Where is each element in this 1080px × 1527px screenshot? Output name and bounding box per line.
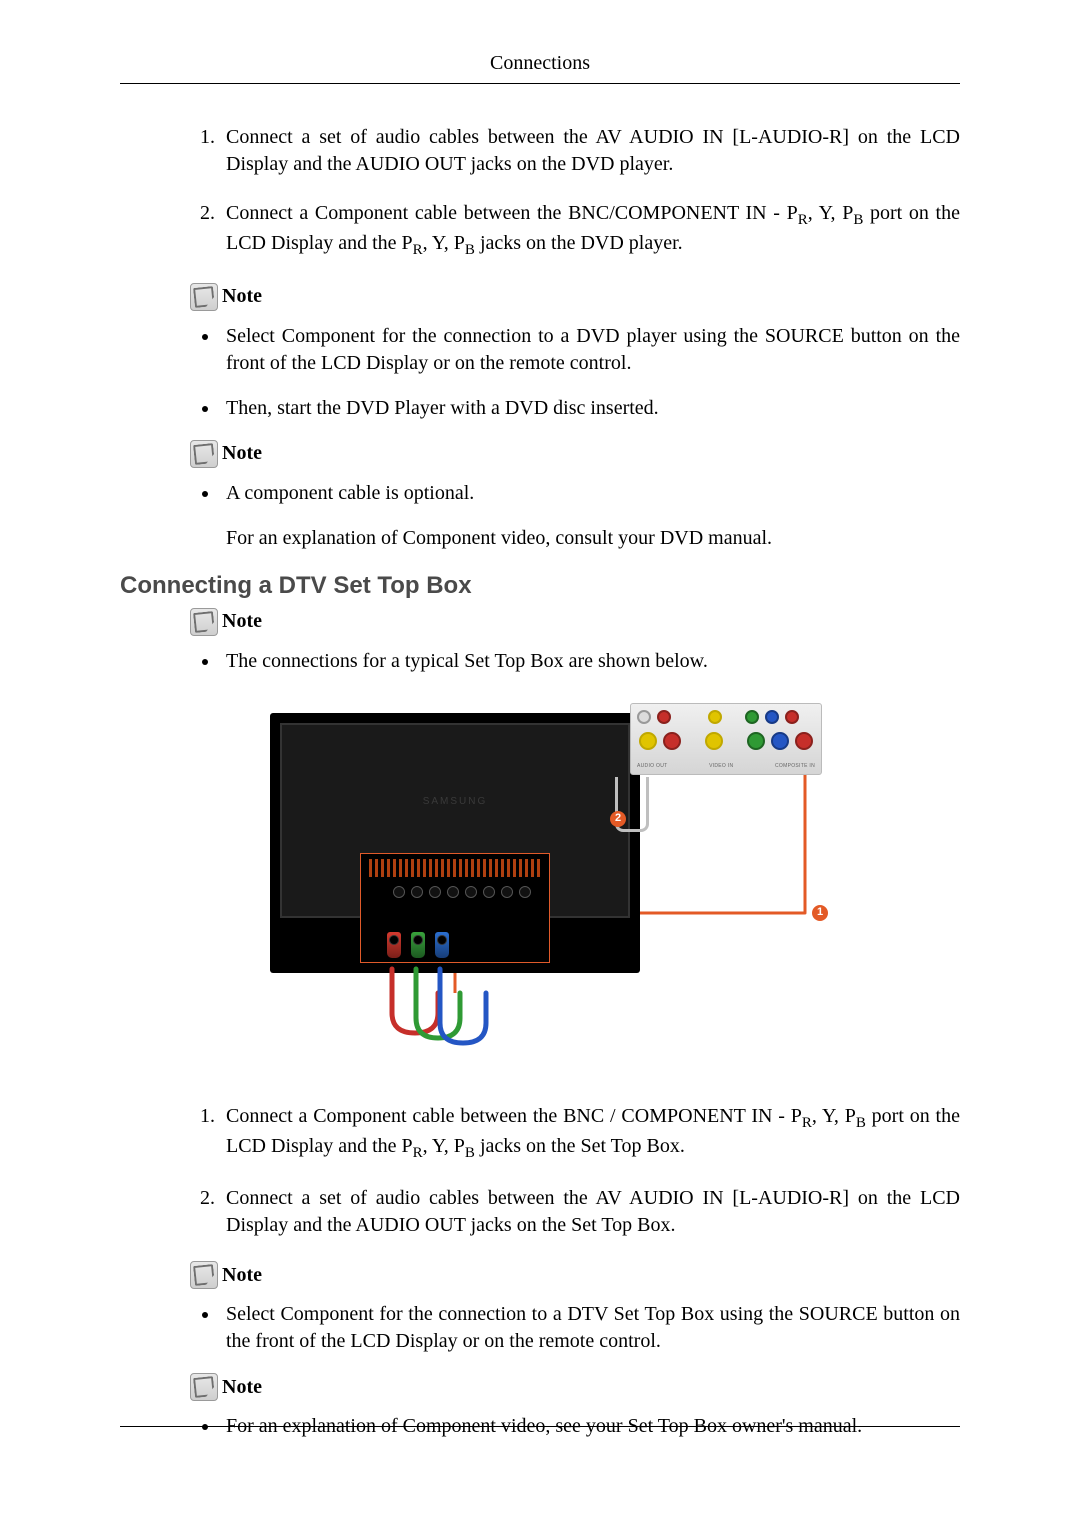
note-icon <box>190 1373 218 1401</box>
note-icon <box>190 1261 218 1289</box>
note-icon <box>190 283 218 311</box>
list-item: Then, start the DVD Player with a DVD di… <box>220 395 960 422</box>
footer-rule <box>120 1426 960 1427</box>
note-label: Note <box>222 440 262 467</box>
note-label: Note <box>222 283 262 310</box>
note-icon <box>190 608 218 636</box>
note-block: Note <box>190 283 960 311</box>
page-header-title: Connections <box>120 50 960 83</box>
note-block: Note <box>190 440 960 468</box>
diagram-badge-1: 1 <box>812 905 828 921</box>
list-item: A component cable is optional. <box>220 480 960 507</box>
note-label: Note <box>222 1374 262 1401</box>
note-bullets: Select Component for the connection to a… <box>190 323 960 422</box>
header-rule <box>120 83 960 84</box>
list-item: Connect a set of audio cables between th… <box>220 1185 960 1239</box>
note-label: Note <box>222 1262 262 1289</box>
list-item: Connect a Component cable between the BN… <box>220 1103 960 1164</box>
note-icon <box>190 440 218 468</box>
content-area: Connect a set of audio cables between th… <box>190 124 960 1440</box>
note-bullets: The connections for a typical Set Top Bo… <box>190 648 960 675</box>
list-item: The connections for a typical Set Top Bo… <box>220 648 960 675</box>
stb-steps-list: Connect a Component cable between the BN… <box>190 1103 960 1240</box>
list-item: Select Component for the connection to a… <box>220 1301 960 1355</box>
note-block: Note <box>190 1373 960 1401</box>
note-block: Note <box>190 1261 960 1289</box>
list-item: Select Component for the connection to a… <box>220 323 960 377</box>
dvd-steps-list: Connect a set of audio cables between th… <box>190 124 960 261</box>
connection-diagram: SAMSUNG <box>190 693 960 1073</box>
list-item: Connect a set of audio cables between th… <box>220 124 960 178</box>
note-block: Note <box>190 608 960 636</box>
note-bullets: A component cable is optional. <box>190 480 960 507</box>
diagram-badge-2: 2 <box>610 811 626 827</box>
note-bullets: Select Component for the connection to a… <box>190 1301 960 1355</box>
page: Connections Connect a set of audio cable… <box>0 0 1080 1527</box>
paragraph: For an explanation of Component video, c… <box>226 525 960 552</box>
note-label: Note <box>222 608 262 635</box>
list-item: Connect a Component cable between the BN… <box>220 200 960 261</box>
section-heading-dtv: Connecting a DTV Set Top Box <box>120 570 960 602</box>
